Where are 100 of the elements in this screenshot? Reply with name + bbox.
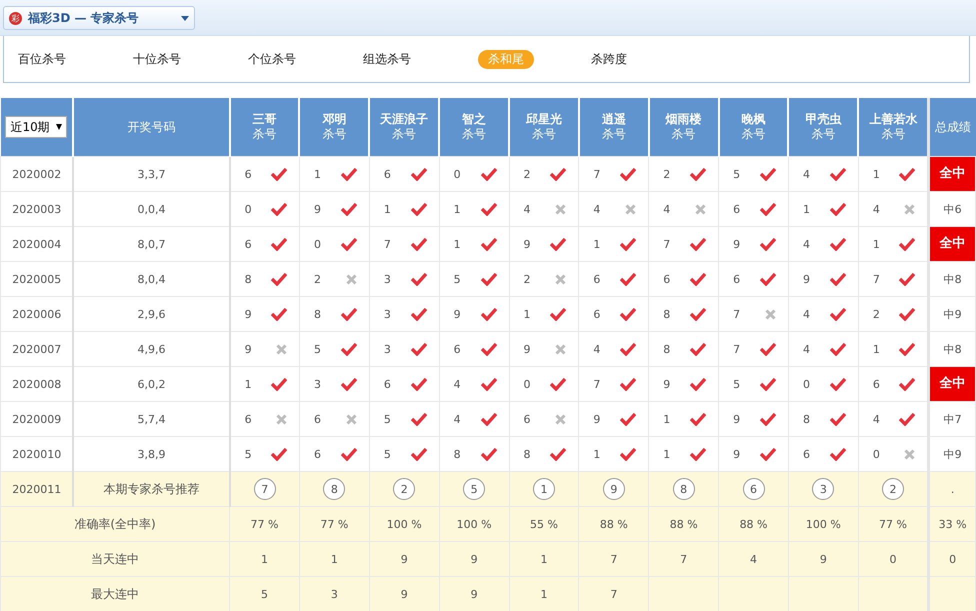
table-cell: 2020005 — [0, 262, 74, 296]
table-cell: 2 — [872, 308, 880, 320]
period-select[interactable]: 近10期 — [5, 116, 68, 138]
number-ball: 2 — [882, 478, 904, 500]
column-header: 总成绩 — [928, 98, 976, 156]
table-cell: 2020004 — [0, 226, 74, 262]
table-cell: 9 — [439, 542, 510, 576]
table-cell: 4 — [663, 202, 670, 216]
table-cell: 1 — [593, 448, 600, 460]
table-cell: 77 % — [858, 506, 929, 542]
number-ball: 1 — [532, 478, 555, 500]
table-cell: 6 — [314, 412, 321, 426]
tab[interactable]: 杀跨度 — [591, 50, 706, 68]
table-cell: 0 — [314, 238, 321, 250]
number-ball: 3 — [812, 478, 834, 500]
table-cell: 9 — [314, 202, 321, 216]
table-cell: 4,9,6 — [73, 332, 230, 366]
table-cell: 9 — [802, 272, 810, 286]
table-cell: 1 — [384, 202, 391, 216]
table-cell: 1 — [802, 202, 810, 216]
tab[interactable]: 组选杀号 — [363, 50, 478, 68]
tab[interactable]: 十位杀号 — [133, 50, 248, 68]
table-cell: 3,3,7 — [73, 156, 230, 192]
table-cell: 本期专家杀号推荐 — [73, 472, 230, 506]
tab[interactable]: 百位杀号 — [18, 50, 133, 68]
table-cell: 4 — [802, 308, 810, 320]
column-header: 邓明 杀号 — [299, 98, 370, 156]
table-cell: 5 — [733, 168, 740, 180]
table-cell: 2 — [314, 272, 321, 286]
table-cell: 100 % — [788, 506, 858, 542]
table-cell: 准确率(全中率) — [0, 506, 230, 542]
table-cell: 1 — [244, 378, 252, 390]
column-header: 智之 杀号 — [439, 98, 510, 156]
table-cell: 6 — [593, 272, 600, 286]
table-cell: 5 — [314, 342, 321, 356]
table-cell: 1 — [454, 202, 461, 216]
table-cell: 1 — [454, 238, 461, 250]
column-header: 三哥 杀号 — [230, 98, 300, 156]
table-cell: 6 — [244, 412, 252, 426]
table-cell: 8 — [663, 308, 670, 320]
table-cell: 88 % — [648, 506, 719, 542]
full-hit-badge: 全中 — [930, 367, 976, 401]
table-cell: 1 — [872, 238, 880, 250]
table-cell: 当天连中 — [0, 542, 230, 576]
table-cell: 3 — [299, 576, 370, 611]
table-cell: 2020007 — [0, 332, 74, 366]
column-header: 天涯浪子 杀号 — [369, 98, 440, 156]
tab[interactable]: 个位杀号 — [248, 50, 363, 68]
table-cell: 4 — [593, 202, 600, 216]
table-cell: 100 % — [369, 506, 440, 542]
table-cell: 7 — [384, 238, 391, 250]
table-cell: 6 — [244, 238, 252, 250]
table-cell: 3 — [384, 342, 391, 356]
table-cell: 5 — [384, 448, 391, 460]
table-cell: 2020009 — [0, 402, 74, 436]
table-cell: 1 — [872, 342, 880, 356]
table-cell: 3 — [384, 272, 391, 286]
table-cell: 0 — [802, 378, 810, 390]
lottery-dropdown[interactable]: 彩 福彩3D — 专家杀号 — [3, 6, 195, 30]
table-cell: 7 — [593, 168, 600, 180]
table-cell: 6 — [384, 378, 391, 390]
table-cell: 4 — [718, 542, 788, 576]
table-cell: 6 — [802, 448, 810, 460]
table-cell: 5 — [244, 448, 252, 460]
table-cell: 2 — [524, 168, 531, 180]
table-cell: 77 % — [299, 506, 370, 542]
table-cell: 2,9,6 — [73, 296, 230, 332]
column-header: 邱星光 杀号 — [509, 98, 579, 156]
table-cell: 1 — [663, 448, 670, 460]
table-cell: 9 — [454, 308, 461, 320]
table-cell: 9 — [369, 542, 440, 576]
table-cell: 中6 — [944, 202, 962, 216]
table-cell: 中9 — [944, 306, 962, 322]
table-cell: 2020008 — [0, 366, 74, 402]
table-cell: 2 — [524, 272, 531, 286]
table-cell: 1 — [524, 308, 531, 320]
table-cell: 9 — [733, 412, 740, 426]
table-cell: 9 — [733, 448, 740, 460]
table-cell: 7 — [733, 342, 740, 356]
table-cell: 5 — [384, 412, 391, 426]
table-cell: 5 — [454, 272, 461, 286]
table-cell: 2020003 — [0, 192, 74, 226]
table-cell: 9 — [663, 378, 670, 390]
table-cell: 1 — [593, 238, 600, 250]
full-hit-badge: 全中 — [930, 157, 976, 191]
table-cell: 4 — [454, 378, 461, 390]
table-cell: 9 — [788, 542, 858, 576]
number-ball: 9 — [602, 478, 625, 500]
table-cell: 1 — [509, 542, 579, 576]
number-ball: 2 — [393, 478, 416, 500]
table-cell: 7 — [872, 272, 880, 286]
table-cell: 9 — [244, 342, 252, 356]
table-cell: 9 — [733, 238, 740, 250]
table-cell: 6 — [733, 272, 740, 286]
table-cell: 5,7,4 — [73, 402, 230, 436]
column-header: 开奖号码 — [73, 98, 230, 156]
table-cell: 6 — [593, 308, 600, 320]
table-cell: . — [928, 472, 976, 506]
table-cell: 0 — [244, 202, 252, 216]
table-cell: 7 — [733, 308, 740, 320]
